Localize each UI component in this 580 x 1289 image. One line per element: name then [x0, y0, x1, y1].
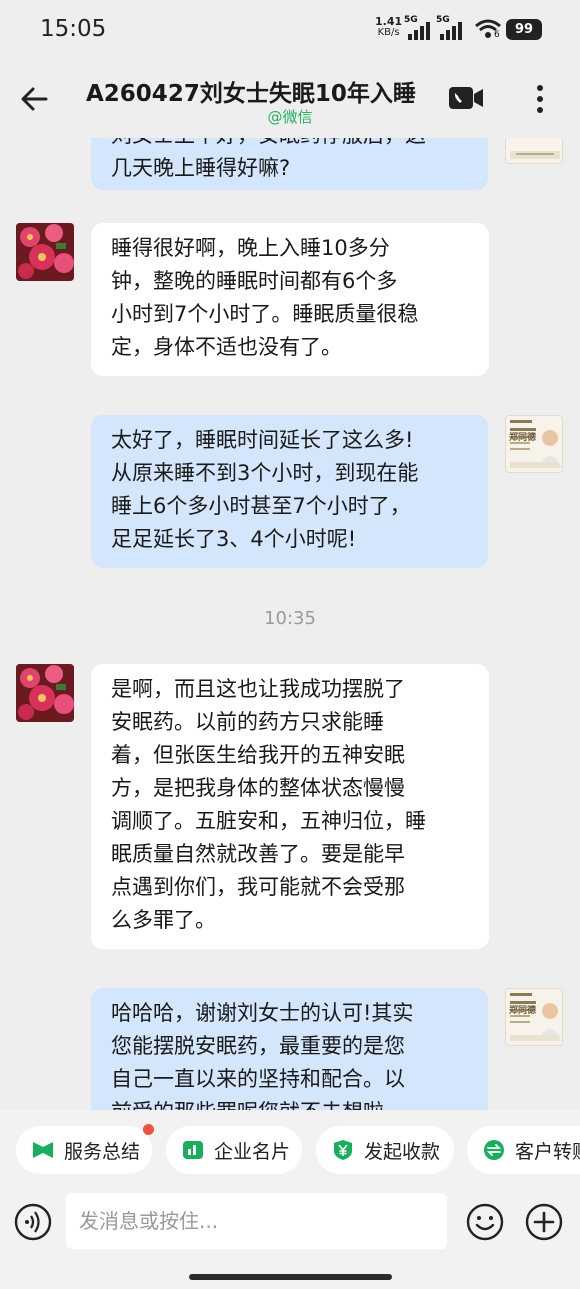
message-line: 您能摆脱安眠药，最重要的是您 — [111, 1034, 405, 1058]
business-card-icon — [183, 1141, 203, 1159]
chat-message-list[interactable]: 刘女士上午好，安眠药停服后，这 几天晚上睡得好嘛? 睡得很好啊，晚上入睡10多分… — [0, 138, 580, 1110]
quick-action-bar[interactable]: 服务总结 企业名片 发起收款 客户转账 — [0, 1110, 580, 1192]
outgoing-message[interactable]: 太好了，睡眠时间延长了这么多! 从原来睡不到3个小时，到现在能 睡上6个多小时甚… — [91, 415, 488, 568]
service-summary-icon — [33, 1142, 53, 1158]
customer-transfer-button[interactable]: 客户转账 — [467, 1126, 580, 1174]
message-line: 眠质量自然就改善了。要是能早 — [111, 842, 405, 866]
message-line: 安眠药。以前的药方只求能睡 — [111, 710, 384, 734]
network-speed-unit: KB/s — [377, 27, 400, 38]
quick-action-label: 客户转账 — [515, 1140, 580, 1163]
message-input-bar: 发消息或按住... — [0, 1192, 580, 1289]
message-line: 小时到7个小时了。睡眠质量很稳 — [111, 302, 419, 326]
contact-avatar[interactable] — [16, 664, 74, 722]
network-speed: 1.41 KB/s — [375, 16, 402, 38]
payment-yuan-icon — [334, 1140, 352, 1160]
message-line: 钟，整晚的睡眠时间都有6个多 — [111, 269, 398, 293]
message-line: 调顺了。五脏安和，五神归位，睡 — [111, 809, 426, 833]
battery-icon: 99 — [506, 19, 542, 40]
message-line: 定，身体不适也没有了。 — [111, 335, 342, 359]
outgoing-message[interactable]: 哈哈哈，谢谢刘女士的认可!其实 您能摆脱安眠药，最重要的是您 自己一直以来的坚持… — [91, 988, 488, 1110]
emoji-icon[interactable] — [465, 1202, 505, 1246]
message-line: 着，但张医生给我开的五神安眠 — [111, 743, 405, 767]
quick-action-label: 发起收款 — [364, 1140, 441, 1163]
incoming-message[interactable]: 睡得很好啊，晚上入睡10多分 钟，整晚的睡眠时间都有6个多 小时到7个小时了。睡… — [91, 223, 489, 376]
network-speed-value: 1.41 — [375, 15, 403, 28]
card-avatar-name: 郑同德 — [509, 433, 537, 443]
wifi-sub-label: 6 — [494, 30, 500, 40]
message-line: 自己一直以来的坚持和配合。以 — [111, 1067, 405, 1091]
quick-action-label: 服务总结 — [64, 1140, 141, 1163]
chat-subtitle: @微信 — [267, 108, 313, 126]
service-summary-button[interactable]: 服务总结 — [16, 1124, 154, 1174]
message-line: 睡得很好啊，晚上入睡10多分 — [111, 236, 390, 260]
message-line: 足足延长了3、4个小时呢! — [111, 527, 357, 551]
card-avatar-name: 郑同德 — [509, 1006, 537, 1016]
message-line: 太好了，睡眠时间延长了这么多! — [111, 428, 414, 452]
outgoing-message[interactable]: 刘女士上午好，安眠药停服后，这 几天晚上睡得好嘛? — [91, 138, 488, 190]
sender-avatar[interactable]: 郑同德 — [505, 415, 563, 473]
transfer-icon — [484, 1140, 504, 1160]
business-card-button[interactable]: 企业名片 — [166, 1126, 302, 1174]
phone-video-call-icon[interactable] — [448, 85, 484, 115]
add-plus-icon[interactable] — [524, 1202, 564, 1246]
more-vertical-icon[interactable] — [530, 82, 550, 120]
status-time: 15:05 — [40, 16, 107, 42]
chat-title: A260427刘女士失眠10年入睡 — [86, 81, 416, 107]
message-line: 前受的那些罪呢您就不去想啦 — [111, 1096, 468, 1110]
message-line: 从原来睡不到3个小时，到现在能 — [111, 461, 419, 485]
status-bar: 15:05 1.41 KB/s 5G 5G 6 99 — [0, 0, 580, 60]
chat-header: A260427刘女士失眠10年入睡 @微信 — [0, 60, 580, 138]
message-line: 点遇到你们，我可能就不会受那 — [111, 875, 405, 899]
message-line: 么多罪了。 — [111, 908, 216, 932]
payment-request-button[interactable]: 发起收款 — [316, 1126, 454, 1174]
home-indicator[interactable] — [189, 1274, 392, 1280]
message-line: 刘女士上午好，安眠药停服后，这 — [111, 138, 468, 152]
message-line: 是啊，而且这也让我成功摆脱了 — [111, 677, 405, 701]
message-line: 睡上6个多小时甚至7个小时了， — [111, 494, 411, 518]
message-line: 几天晚上睡得好嘛? — [111, 156, 291, 180]
message-input[interactable]: 发消息或按住... — [66, 1193, 447, 1249]
voice-input-icon[interactable] — [13, 1202, 53, 1246]
message-timestamp: 10:35 — [264, 608, 316, 629]
contact-avatar[interactable] — [16, 223, 74, 281]
sender-avatar[interactable] — [505, 138, 563, 164]
notification-badge — [143, 1124, 154, 1135]
incoming-message[interactable]: 是啊，而且这也让我成功摆脱了 安眠药。以前的药方只求能睡 着，但张医生给我开的五… — [91, 664, 489, 949]
message-line: 哈哈哈，谢谢刘女士的认可!其实 — [111, 1001, 414, 1025]
wifi-icon: 6 — [474, 18, 502, 44]
quick-action-label: 企业名片 — [214, 1140, 291, 1163]
message-line: 方，是把我身体的整体状态慢慢 — [111, 776, 405, 800]
sender-avatar[interactable]: 郑同德 — [505, 988, 563, 1046]
